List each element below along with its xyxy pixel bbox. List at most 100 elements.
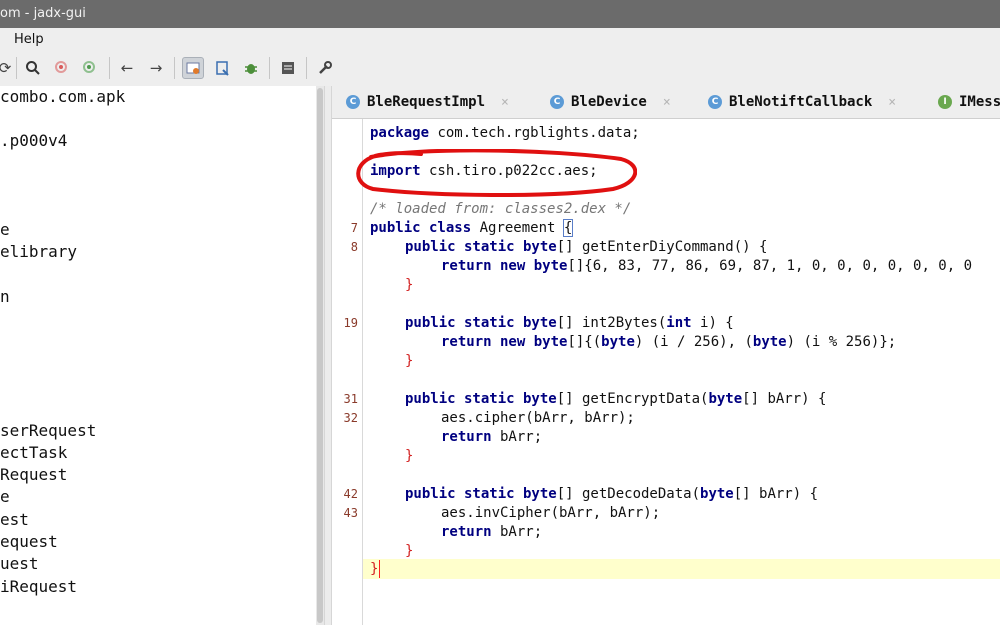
close-icon[interactable]: × xyxy=(501,95,509,110)
closing-brace: } xyxy=(405,353,414,369)
forward-icon[interactable]: → xyxy=(145,57,167,79)
toolbar-separator xyxy=(306,57,307,79)
code-line: public static byte[] getEnterDiyCommand(… xyxy=(405,238,767,257)
code-text: [] bArr) { xyxy=(733,486,819,502)
closing-brace: } xyxy=(405,543,414,559)
tree-item[interactable]: e xyxy=(0,220,10,240)
tab-label: BleRequestImpl xyxy=(367,94,486,110)
tab-imess[interactable]: I IMess xyxy=(938,86,1000,118)
code-text: i) { xyxy=(691,315,734,331)
tab-blenotiftcallback[interactable]: C BleNotiftCallback × xyxy=(708,86,896,118)
search-icon[interactable] xyxy=(22,57,44,79)
tree-item[interactable]: ectTask xyxy=(0,443,67,463)
tree-item[interactable]: iRequest xyxy=(0,577,77,597)
class-icon: C xyxy=(346,95,360,109)
code-text: [] getEncryptData( xyxy=(556,391,709,407)
menu-bar: Help xyxy=(0,28,1000,51)
line-number: 42 xyxy=(343,487,358,501)
back-icon[interactable]: ← xyxy=(116,57,138,79)
keyword: byte xyxy=(700,486,734,502)
code-line: return new byte[]{(byte) (i / 256), (byt… xyxy=(441,333,896,352)
tree-item[interactable]: combo.com.apk xyxy=(0,87,125,107)
menu-help[interactable]: Help xyxy=(14,28,44,51)
keyword: byte xyxy=(601,334,635,350)
line-number: 8 xyxy=(350,240,358,254)
close-icon[interactable]: × xyxy=(888,95,896,110)
line-number: 43 xyxy=(343,506,358,520)
tab-bledevice[interactable]: C BleDevice × xyxy=(550,86,671,118)
class-icon: C xyxy=(708,95,722,109)
keyword: return xyxy=(441,429,492,445)
toolbar-separator xyxy=(174,57,175,79)
keyword: public class xyxy=(370,220,472,236)
code-line: aes.invCipher(bArr, bArr); xyxy=(441,505,661,521)
tree-scrollbar-thumb[interactable] xyxy=(317,88,323,623)
code-text: ) (i % 256)}; xyxy=(786,334,897,350)
tree-item[interactable]: Request xyxy=(0,465,67,485)
code-line-class: public class Agreement { xyxy=(370,219,574,238)
keyword: public static byte xyxy=(405,391,557,407)
debug-icon[interactable] xyxy=(240,57,262,79)
matched-brace: { xyxy=(562,219,574,237)
keyword: public static byte xyxy=(405,486,557,502)
search-class-icon[interactable] xyxy=(51,57,73,79)
code-text: [] int2Bytes( xyxy=(556,315,667,331)
log-icon[interactable] xyxy=(277,57,299,79)
closing-brace: } xyxy=(405,277,414,293)
code-comment: /* loaded from: classes2.dex */ xyxy=(370,201,632,217)
tab-label: IMess xyxy=(959,94,1000,110)
code-text: []{6, 83, 77, 86, 69, 87, 1, 0, 0, 0, 0,… xyxy=(567,258,973,274)
code-text: bArr; xyxy=(491,524,543,540)
keyword: package xyxy=(370,125,430,141)
close-icon[interactable]: × xyxy=(663,95,671,110)
search-usage-icon[interactable] xyxy=(79,57,101,79)
class-closing-brace: } xyxy=(370,561,379,577)
tree-scrollbar[interactable] xyxy=(316,86,324,625)
code-text: []{( xyxy=(567,334,602,350)
tree-item[interactable]: n xyxy=(0,287,10,307)
code-line: return bArr; xyxy=(441,428,542,447)
code-text: [] getEnterDiyCommand() { xyxy=(556,239,768,255)
tab-label: BleNotiftCallback xyxy=(729,94,873,110)
keyword: byte xyxy=(708,391,743,407)
sync-icon[interactable]: ⟳ xyxy=(0,57,16,79)
annotation-circle xyxy=(356,149,637,197)
toolbar-separator xyxy=(269,57,270,79)
tree-item[interactable]: serRequest xyxy=(0,421,96,441)
tree-item[interactable]: est xyxy=(0,510,29,530)
deobfuscation-icon[interactable] xyxy=(182,57,204,79)
code-line: public static byte[] int2Bytes(int i) { xyxy=(405,314,734,333)
keyword: byte xyxy=(752,334,787,350)
keyword: return new byte xyxy=(441,334,568,350)
tab-blerequestimpl[interactable]: C BleRequestImpl × xyxy=(346,86,509,118)
text-caret xyxy=(379,560,380,578)
line-number: 19 xyxy=(343,316,358,330)
toolbar-separator xyxy=(16,57,17,79)
tree-item[interactable]: uest xyxy=(0,554,39,574)
window-title: om - jadx-gui xyxy=(0,6,86,21)
tree-item[interactable]: e xyxy=(0,487,10,507)
line-number: 32 xyxy=(343,411,358,425)
code-line: aes.cipher(bArr, bArr); xyxy=(441,410,635,426)
code-line: public static byte[] getEncryptData(byte… xyxy=(405,390,826,409)
quick-tab-icon[interactable] xyxy=(211,57,233,79)
keyword: public static byte xyxy=(405,315,557,331)
line-number: 31 xyxy=(343,392,358,406)
tree-item[interactable]: .p000v4 xyxy=(0,131,67,151)
code-line: return new byte[]{6, 83, 77, 86, 69, 87,… xyxy=(441,257,972,276)
closing-brace: } xyxy=(405,448,414,464)
interface-icon: I xyxy=(938,95,952,109)
code-line: return bArr; xyxy=(441,523,542,542)
code-text: [] getDecodeData( xyxy=(556,486,701,502)
tree-item[interactable]: elibrary xyxy=(0,242,77,262)
preferences-icon[interactable] xyxy=(314,57,336,79)
keyword: int xyxy=(666,315,692,331)
code-line: public static byte[] getDecodeData(byte[… xyxy=(405,485,818,504)
title-bar: om - jadx-gui xyxy=(0,0,1000,28)
code-line-package: package com.tech.rgblights.data; xyxy=(370,124,640,143)
class-name: Agreement xyxy=(471,220,564,236)
split-pane-divider[interactable] xyxy=(324,86,332,625)
toolbar-separator xyxy=(109,57,110,79)
tree-item[interactable]: equest xyxy=(0,532,58,552)
code-text: bArr; xyxy=(491,429,543,445)
